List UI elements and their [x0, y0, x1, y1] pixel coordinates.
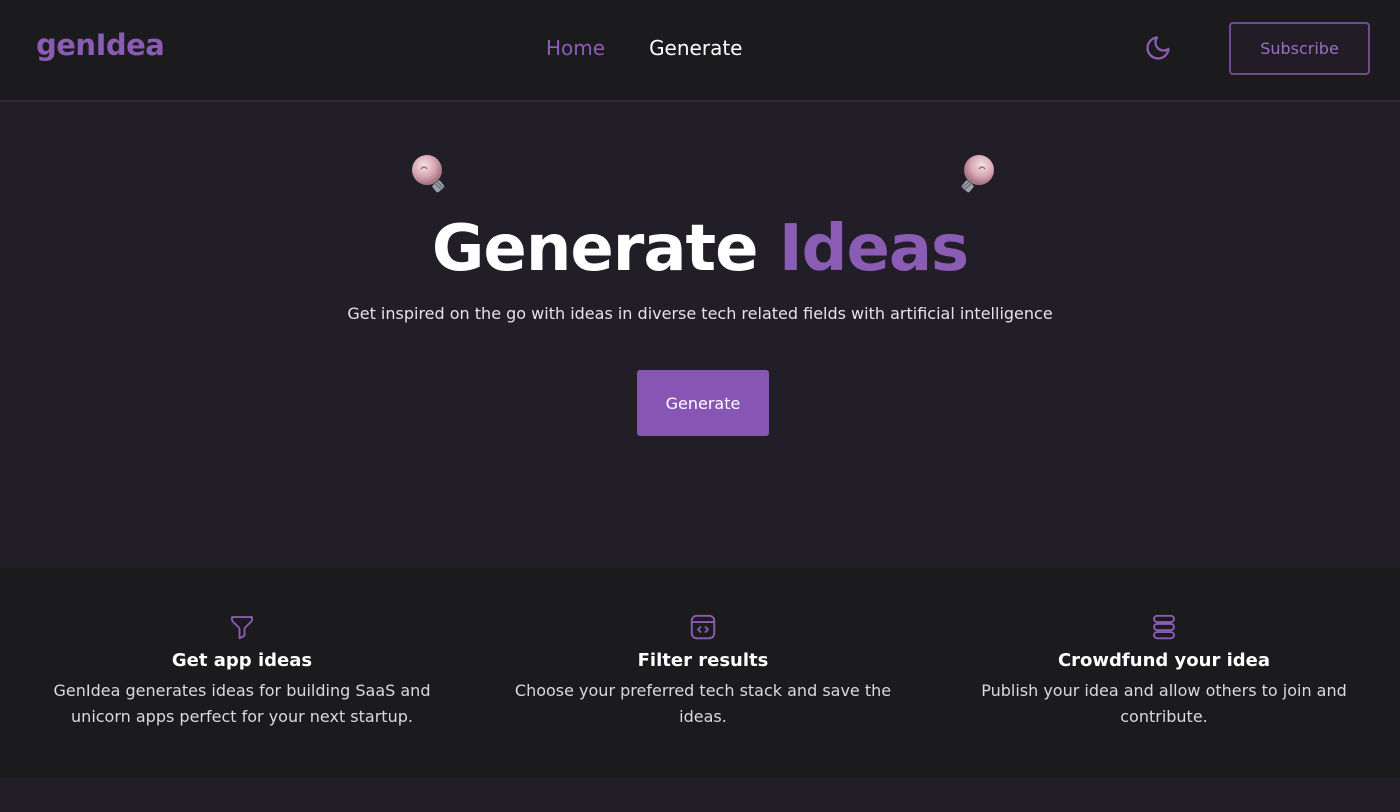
hero-title-generate: Generate [431, 212, 759, 286]
feature-card-crowdfund: Crowdfund your idea Publish your idea an… [944, 612, 1384, 730]
feature-description: GenIdea generates ideas for building Saa… [53, 681, 431, 726]
subscribe-button[interactable]: Subscribe [1229, 22, 1370, 75]
feature-title: Filter results [637, 650, 769, 671]
feature-card-filter-results: Filter results Choose your preferred tec… [483, 612, 923, 730]
top-header: genIdea Home Generate Subscribe [0, 0, 1400, 102]
generate-button[interactable]: Generate [637, 370, 769, 436]
moon-icon [1146, 36, 1170, 60]
features-section: Get app ideas GenIdea generates ideas fo… [0, 568, 1400, 778]
footer-strip [0, 778, 1400, 812]
code-browser-icon [690, 614, 716, 640]
lightbulb-icon [412, 155, 445, 193]
feature-title: Get app ideas [171, 650, 313, 671]
feature-description: Publish your idea and allow others to jo… [981, 681, 1347, 726]
logo[interactable]: genIdea [36, 28, 165, 62]
hero-title: Generate Ideas [0, 212, 1400, 286]
main-nav: Home Generate [546, 36, 742, 60]
theme-toggle-button[interactable] [1143, 33, 1173, 63]
hero-title-ideas: Ideas [778, 212, 969, 286]
lightbulb-icon [961, 155, 994, 193]
stack-icon [1153, 614, 1175, 640]
nav-home-link[interactable]: Home [546, 36, 605, 60]
hero-section: Generate Ideas Get inspired on the go wi… [0, 104, 1400, 568]
filter-icon [231, 616, 253, 640]
hero-subtitle: Get inspired on the go with ideas in div… [347, 304, 1053, 323]
nav-generate-link[interactable]: Generate [649, 36, 742, 60]
feature-title: Crowdfund your idea [1057, 650, 1271, 671]
feature-card-app-ideas: Get app ideas GenIdea generates ideas fo… [22, 612, 462, 730]
feature-description: Choose your preferred tech stack and sav… [514, 681, 892, 726]
